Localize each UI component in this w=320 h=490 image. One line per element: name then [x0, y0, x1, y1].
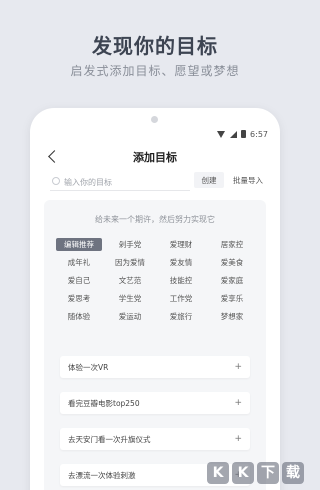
category-tags: 编辑推荐 剁手党 爱理财 居家控成年礼 因为爱情 爱友情 爱美食爱自己 文艺范 技能控 爱家庭爱思…: [56, 238, 256, 323]
category-tag[interactable]: 爱友情: [158, 256, 204, 269]
category-tag[interactable]: 剁手党: [107, 238, 153, 251]
category-tag[interactable]: 爱旅行: [158, 310, 204, 323]
watermark-char: K: [207, 462, 229, 484]
watermark-char: K: [232, 462, 254, 484]
goal-suggestion-label: 看完豆瓣电影top250: [68, 399, 140, 408]
category-tag[interactable]: 爱思考: [56, 292, 102, 305]
suggestion-panel: 给未来一个期许，然后努力实现它 编辑推荐 剁手党 爱理财 居家控 成年礼 因为爱情 爱友情爱…: [44, 200, 266, 490]
promo-subheadline: 启发式添加目标、愿望或梦想: [70, 64, 240, 78]
category-tag[interactable]: 爱美食: [209, 256, 255, 269]
status-bar: 6:57: [217, 128, 268, 140]
category-tag[interactable]: 爱理财: [158, 238, 204, 251]
top-bar: 添加目标: [30, 146, 280, 170]
category-tag[interactable]: 技能控: [158, 274, 204, 287]
category-tag[interactable]: 居家控: [209, 238, 255, 251]
search-row: 创建 批量导入: [44, 170, 266, 192]
input-underline: [50, 190, 190, 191]
watermark-char: 下: [257, 462, 279, 484]
goal-suggestion-item[interactable]: 体验一次VR +: [60, 356, 250, 378]
add-plus-icon[interactable]: +: [234, 362, 242, 372]
page-title: 添加目标: [133, 151, 177, 164]
goal-suggestion-item[interactable]: 去天安门看一次升旗仪式 +: [60, 428, 250, 450]
goal-suggestion-label: 去天安门看一次升旗仪式: [68, 435, 151, 444]
add-plus-icon[interactable]: +: [234, 398, 242, 408]
category-tag[interactable]: 爱享乐: [209, 292, 255, 305]
phone-frame: 6:57 添加目标 创建 批量导入 给未来一个期许，然后努力实现它 编辑推荐剁手…: [30, 108, 280, 490]
category-tag[interactable]: 成年礼: [56, 256, 102, 269]
category-tag[interactable]: 文艺范: [107, 274, 153, 287]
bulk-import-button[interactable]: 批量导入: [230, 172, 266, 188]
category-tag[interactable]: 随体验: [56, 310, 102, 323]
site-watermark: K K 下 载: [207, 462, 304, 484]
category-tag[interactable]: 爱自己: [56, 274, 102, 287]
category-tag[interactable]: 梦想家: [209, 310, 255, 323]
create-button[interactable]: 创建: [194, 172, 224, 188]
goal-suggestion-label: 去漂流一次体验刺激: [68, 471, 136, 480]
category-tag[interactable]: 工作党: [158, 292, 204, 305]
camera-dot: [151, 116, 158, 123]
category-tag[interactable]: 爱运动: [107, 310, 153, 323]
category-tag[interactable]: 爱家庭: [209, 274, 255, 287]
wifi-icon: [217, 130, 226, 138]
category-tag[interactable]: 因为爱情: [107, 256, 153, 269]
panel-prompt: 给未来一个期许，然后努力实现它: [95, 215, 215, 224]
battery-icon: [241, 130, 247, 138]
goal-suggestion-item[interactable]: 看完豆瓣电影top250 +: [60, 392, 250, 414]
category-tag[interactable]: 学生党: [107, 292, 153, 305]
goal-input[interactable]: [64, 174, 186, 190]
category-tag[interactable]: 编辑推荐: [56, 238, 102, 251]
watermark-char: 载: [282, 462, 304, 484]
goal-input-icon: [52, 177, 60, 185]
signal-icon: [230, 130, 238, 138]
add-plus-icon[interactable]: +: [234, 434, 242, 444]
promo-headline: 发现你的目标: [92, 34, 218, 58]
status-time: 6:57: [250, 129, 268, 139]
goal-suggestion-label: 体验一次VR: [68, 363, 109, 372]
